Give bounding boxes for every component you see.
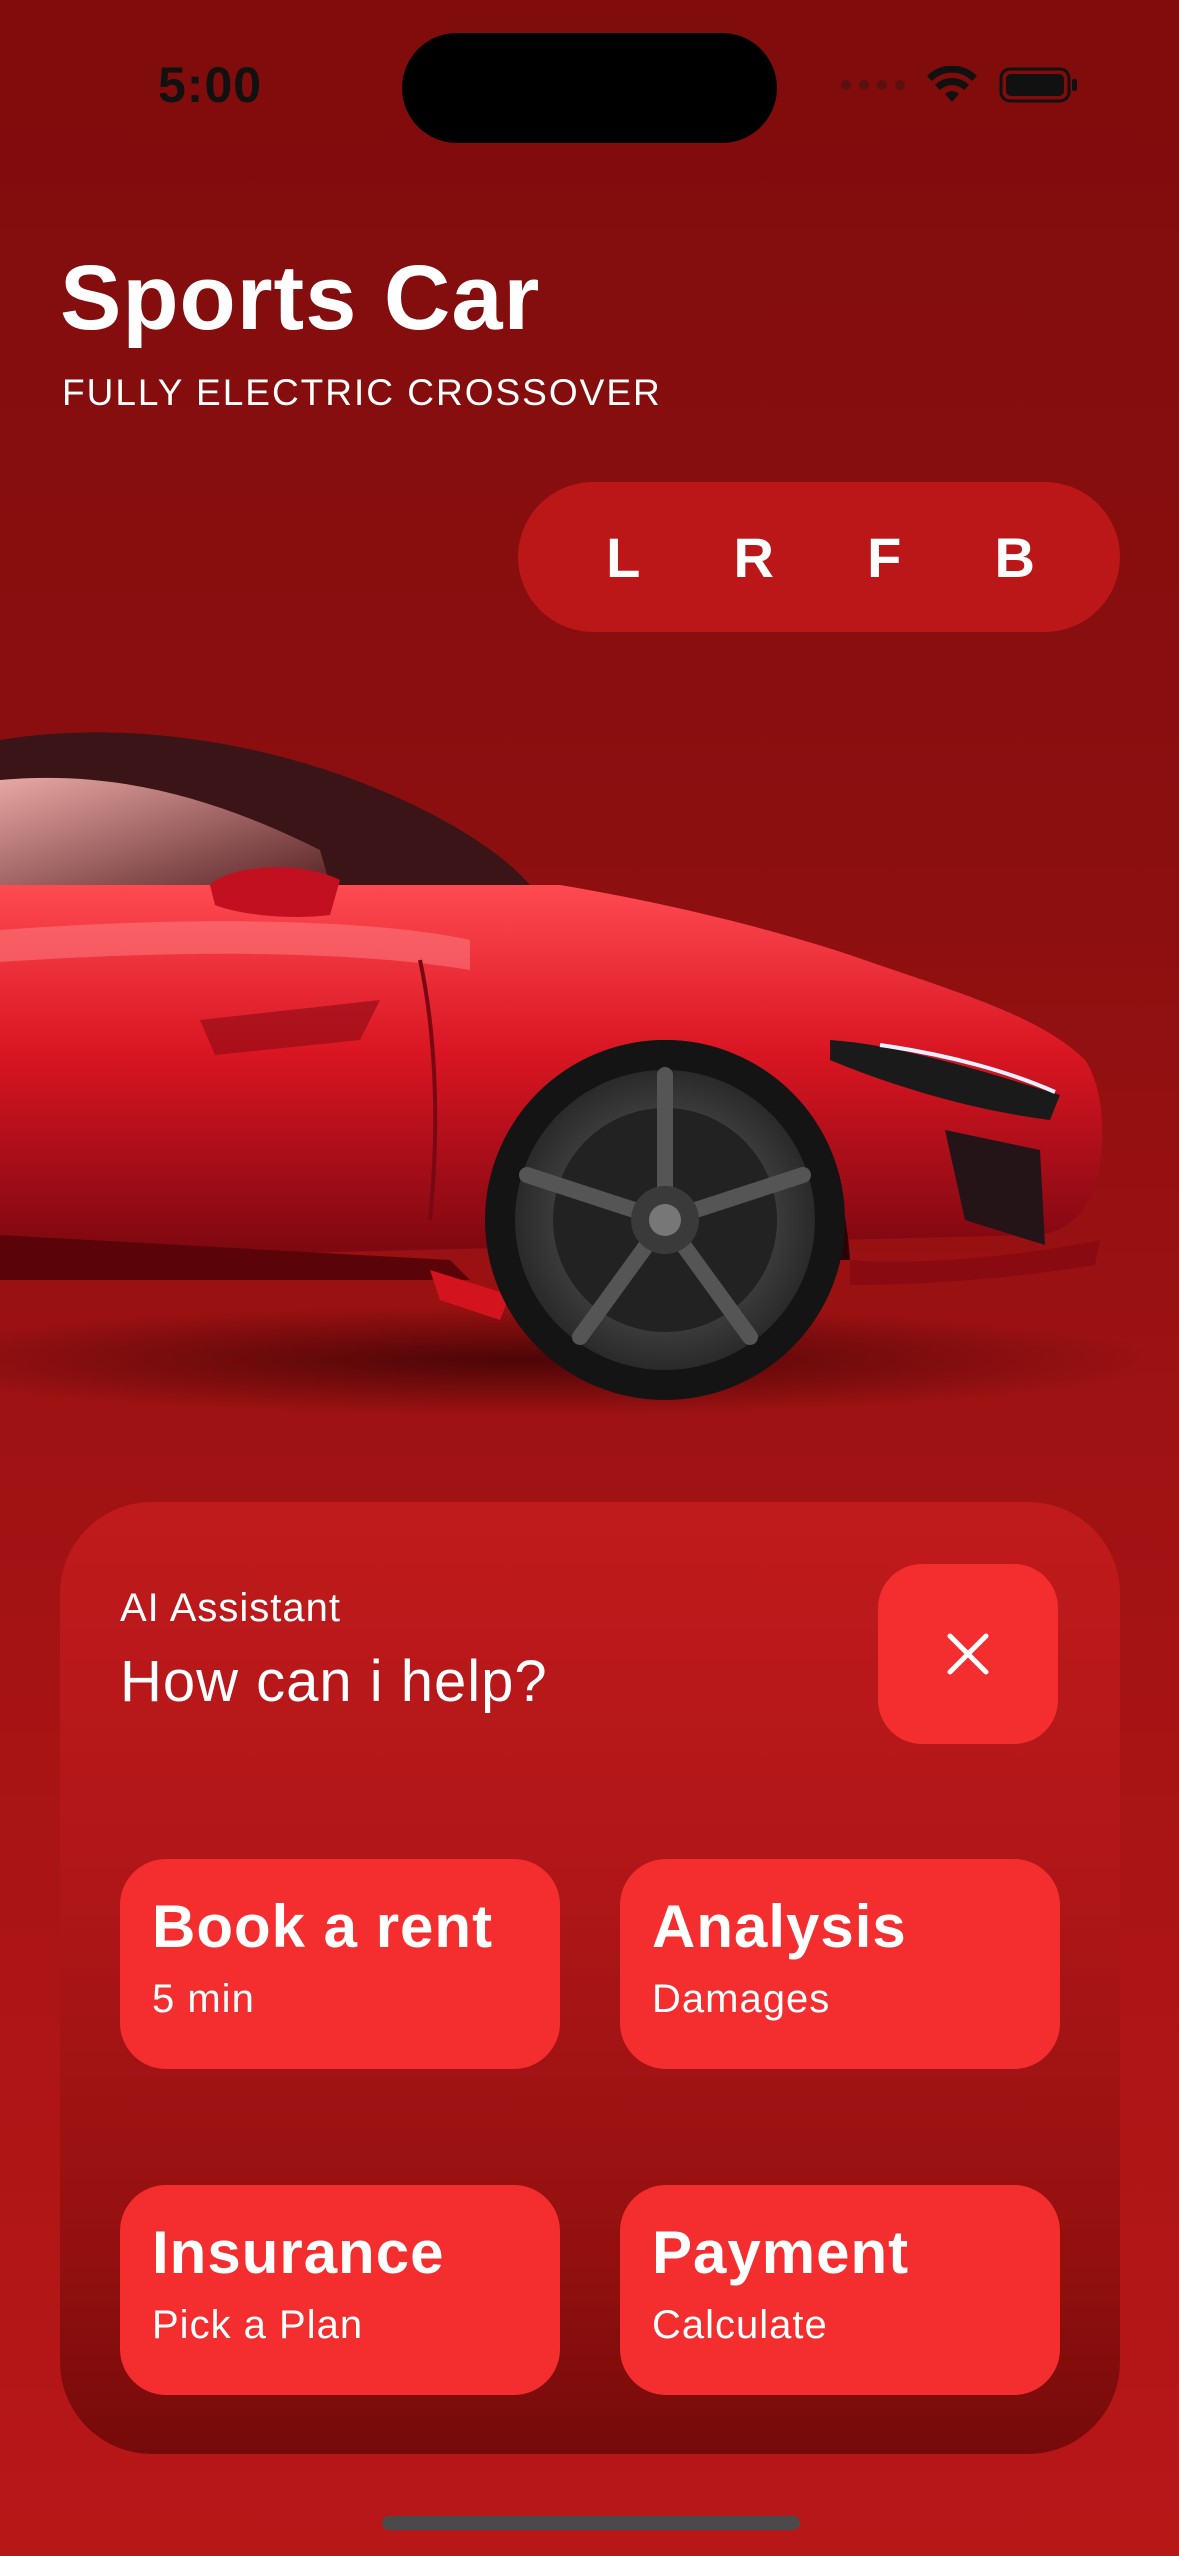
close-icon: [947, 1633, 989, 1675]
status-time: 5:00: [158, 57, 263, 113]
action-title: Book a rent: [152, 1893, 494, 1960]
view-front-button[interactable]: F: [844, 525, 924, 590]
action-title: Analysis: [652, 1893, 907, 1960]
payment-button[interactable]: Payment Calculate: [620, 2185, 1060, 2395]
view-right-button[interactable]: R: [714, 525, 794, 590]
car-image: [0, 700, 1179, 1460]
close-button[interactable]: [878, 1564, 1058, 1744]
action-title: Insurance: [152, 2219, 445, 2286]
assistant-label: AI Assistant: [120, 1586, 341, 1630]
cellular-signal-icon: [841, 80, 905, 90]
action-subtitle: Pick a Plan: [152, 2303, 364, 2347]
action-subtitle: Damages: [652, 1977, 831, 2021]
status-icons: [841, 66, 1079, 104]
app-screen: 5:00 Sports Car FULLY ELECTRIC CROSSOVER…: [0, 0, 1179, 2556]
view-selector: L R F B: [518, 482, 1120, 632]
page-title: Sports Car: [60, 247, 541, 349]
wifi-icon: [927, 66, 977, 102]
insurance-button[interactable]: Insurance Pick a Plan: [120, 2185, 560, 2395]
action-subtitle: 5 min: [152, 1977, 255, 2021]
book-rent-button[interactable]: Book a rent 5 min: [120, 1859, 560, 2069]
action-title: Payment: [652, 2219, 910, 2286]
view-left-button[interactable]: L: [583, 525, 663, 590]
page-subtitle: FULLY ELECTRIC CROSSOVER: [62, 372, 662, 413]
home-indicator[interactable]: [382, 2516, 800, 2530]
assistant-question: How can i help?: [120, 1649, 548, 1714]
ai-assistant-panel: AI Assistant How can i help? Book a rent…: [60, 1502, 1120, 2454]
action-subtitle: Calculate: [652, 2303, 828, 2347]
analysis-button[interactable]: Analysis Damages: [620, 1859, 1060, 2069]
view-back-button[interactable]: B: [975, 525, 1055, 590]
battery-icon: [999, 67, 1077, 103]
dynamic-island: [402, 33, 777, 143]
